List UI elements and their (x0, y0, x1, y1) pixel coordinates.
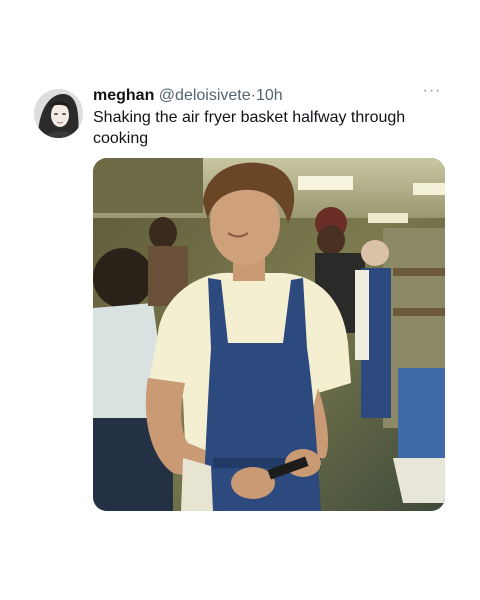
profile-photo-icon (34, 89, 83, 138)
ellipsis-icon: ··· (422, 82, 442, 99)
timestamp[interactable]: 10h (256, 87, 283, 104)
display-name[interactable]: meghan (93, 87, 154, 104)
user-handle[interactable]: @deloisivete (159, 87, 251, 104)
tweet-card: meghan @deloisivete·10h ··· Shaking the … (0, 0, 480, 600)
tweet-media[interactable] (93, 158, 445, 511)
more-options-button[interactable]: ··· (421, 82, 443, 102)
tweet-text: Shaking the air fryer basket halfway thr… (93, 109, 406, 147)
tweet-header: meghan @deloisivete·10h (93, 86, 283, 106)
avatar[interactable] (34, 89, 83, 138)
kitchen-photo-icon (93, 158, 445, 511)
